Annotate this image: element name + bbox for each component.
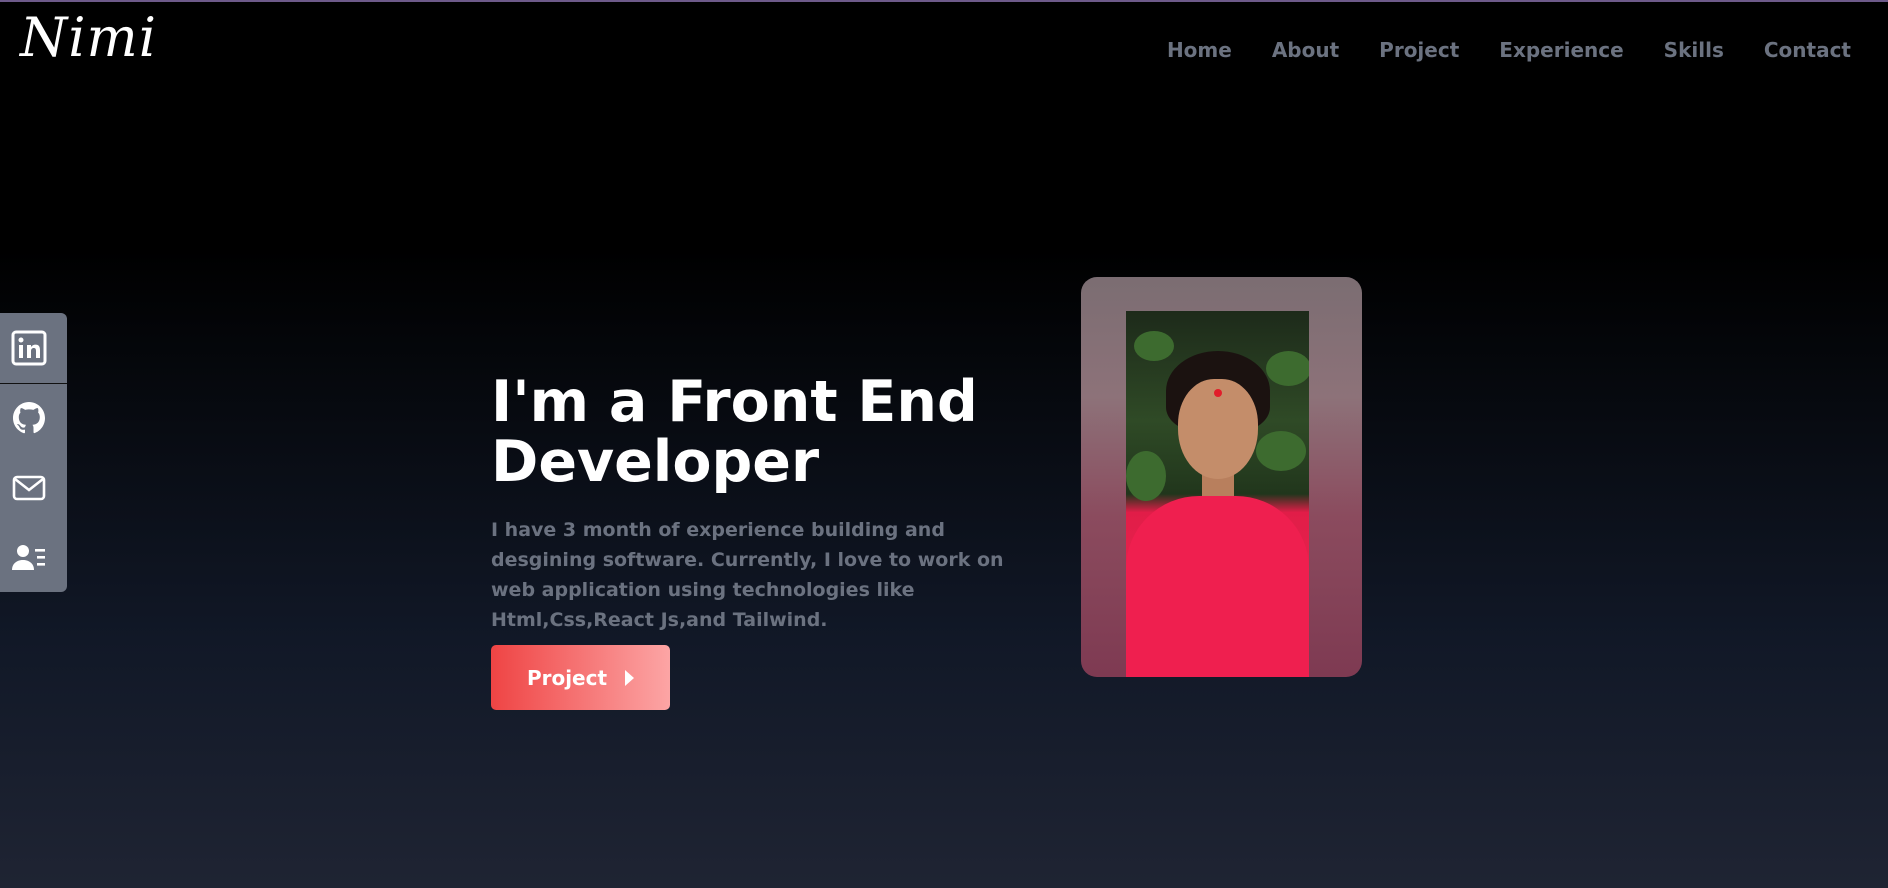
hero-title-line2: Developer (491, 429, 820, 495)
hero-description: I have 3 month of experience building an… (491, 519, 1004, 631)
top-border (0, 0, 1888, 2)
logo[interactable]: Nimi (20, 6, 157, 69)
profile-photo (1081, 277, 1362, 677)
mail-link[interactable] (10, 469, 48, 507)
github-link[interactable] (10, 399, 48, 437)
foliage (1256, 431, 1306, 471)
project-button-label: Project (526, 665, 608, 690)
project-button[interactable]: Project (491, 645, 670, 710)
hero-title-line1: I'm a Front End (491, 369, 978, 435)
nav-experience[interactable]: Experience (1499, 38, 1623, 62)
hero-title: I'm a Front End Developer (491, 372, 1051, 492)
chevron-right-icon (625, 669, 635, 686)
resume-link[interactable] (10, 539, 48, 577)
profile-photo-image (1126, 311, 1309, 677)
foliage (1126, 451, 1166, 501)
nav-about[interactable]: About (1272, 38, 1339, 62)
sidebar-divider (0, 383, 67, 384)
foliage (1266, 351, 1309, 386)
main-nav: Home About Project Experience Skills Con… (1167, 38, 1851, 62)
nav-home[interactable]: Home (1167, 38, 1232, 62)
portrait-bindi (1214, 389, 1222, 397)
resume-icon (12, 545, 45, 570)
nav-skills[interactable]: Skills (1664, 38, 1724, 62)
github-icon (13, 402, 45, 434)
linkedin-link[interactable] (10, 329, 48, 367)
mail-icon (12, 475, 46, 501)
linkedin-icon (11, 330, 47, 366)
foliage (1134, 331, 1174, 361)
social-sidebar (0, 313, 67, 592)
nav-contact[interactable]: Contact (1764, 38, 1851, 62)
nav-project[interactable]: Project (1379, 38, 1459, 62)
portrait-dress (1126, 496, 1309, 677)
